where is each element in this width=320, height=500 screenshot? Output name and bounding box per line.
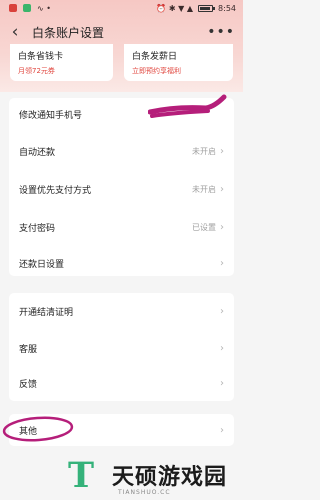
promo-title: 白条发薪日 xyxy=(132,52,178,62)
chevron-right-icon: › xyxy=(220,424,224,436)
settings-card-service: 开通结清证明 › 客服 › 反馈 › xyxy=(9,293,234,401)
watermark-logo: T 天硕游戏园 TIANSHUO.CC xyxy=(62,455,237,500)
row-label: 支付密码 xyxy=(19,223,56,234)
status-time: 8:54 xyxy=(218,3,236,13)
redaction-scribble xyxy=(148,94,227,118)
settings-row-customer-service[interactable]: 客服 › xyxy=(9,333,234,363)
status-left-glyphs: ∿ • xyxy=(37,3,51,13)
battery-icon xyxy=(198,4,216,12)
promo-subtitle: 立即预约享福利 xyxy=(132,67,181,75)
chevron-right-icon: › xyxy=(220,257,224,269)
app-notification-icon xyxy=(23,4,31,12)
logo-name: 天硕游戏园 xyxy=(112,465,228,490)
chevron-right-icon: › xyxy=(220,342,224,354)
chevron-right-icon: › xyxy=(220,183,224,195)
row-value: 已设置 xyxy=(192,222,216,232)
status-icons: ⏰ ✱ ▼ ▲ xyxy=(156,3,194,13)
settings-row-feedback[interactable]: 反馈 › xyxy=(9,368,234,398)
chevron-right-icon: › xyxy=(220,377,224,389)
row-label: 自动还款 xyxy=(19,147,56,158)
nav-bar: ‹ 白条账户设置 ••• xyxy=(0,19,243,45)
highlight-circle xyxy=(2,416,74,442)
row-label: 客服 xyxy=(19,344,38,355)
row-value: 未开启 xyxy=(192,184,216,194)
settings-card-account: 修改通知手机号 自动还款 未开启 › 设置优先支付方式 未开启 › 支付密码 已… xyxy=(9,98,234,276)
settings-row-repay-day[interactable]: 还款日设置 › xyxy=(9,248,234,278)
settings-row-auto-repay[interactable]: 自动还款 未开启 › xyxy=(9,136,234,166)
chevron-right-icon: › xyxy=(220,221,224,233)
status-bar: ∿ • ⏰ ✱ ▼ ▲ 8:54 xyxy=(0,0,243,16)
settings-row-payment-password[interactable]: 支付密码 已设置 › xyxy=(9,212,234,242)
chevron-right-icon: › xyxy=(220,145,224,157)
notification-icon xyxy=(9,4,17,12)
promo-subtitle: 月领72元券 xyxy=(18,67,55,75)
chevron-right-icon: › xyxy=(220,305,224,317)
logo-url: TIANSHUO.CC xyxy=(118,489,171,496)
promo-title: 白条省钱卡 xyxy=(18,52,64,62)
row-label: 反馈 xyxy=(19,379,38,390)
settings-row-settlement-proof[interactable]: 开通结清证明 › xyxy=(9,296,234,326)
back-icon[interactable]: ‹ xyxy=(2,19,28,45)
row-label: 设置优先支付方式 xyxy=(19,185,92,196)
row-value: 未开启 xyxy=(192,146,216,156)
logo-mark-icon: T xyxy=(68,455,95,496)
promo-card-payday[interactable]: 白条发薪日 立即预约享福利 xyxy=(124,44,233,81)
promo-card-savings[interactable]: 白条省钱卡 月领72元券 xyxy=(10,44,113,81)
row-label: 开通结清证明 xyxy=(19,307,74,318)
row-label: 还款日设置 xyxy=(19,259,65,270)
more-icon[interactable]: ••• xyxy=(207,24,235,40)
page-title: 白条账户设置 xyxy=(32,25,105,40)
settings-row-priority-payment[interactable]: 设置优先支付方式 未开启 › xyxy=(9,174,234,204)
